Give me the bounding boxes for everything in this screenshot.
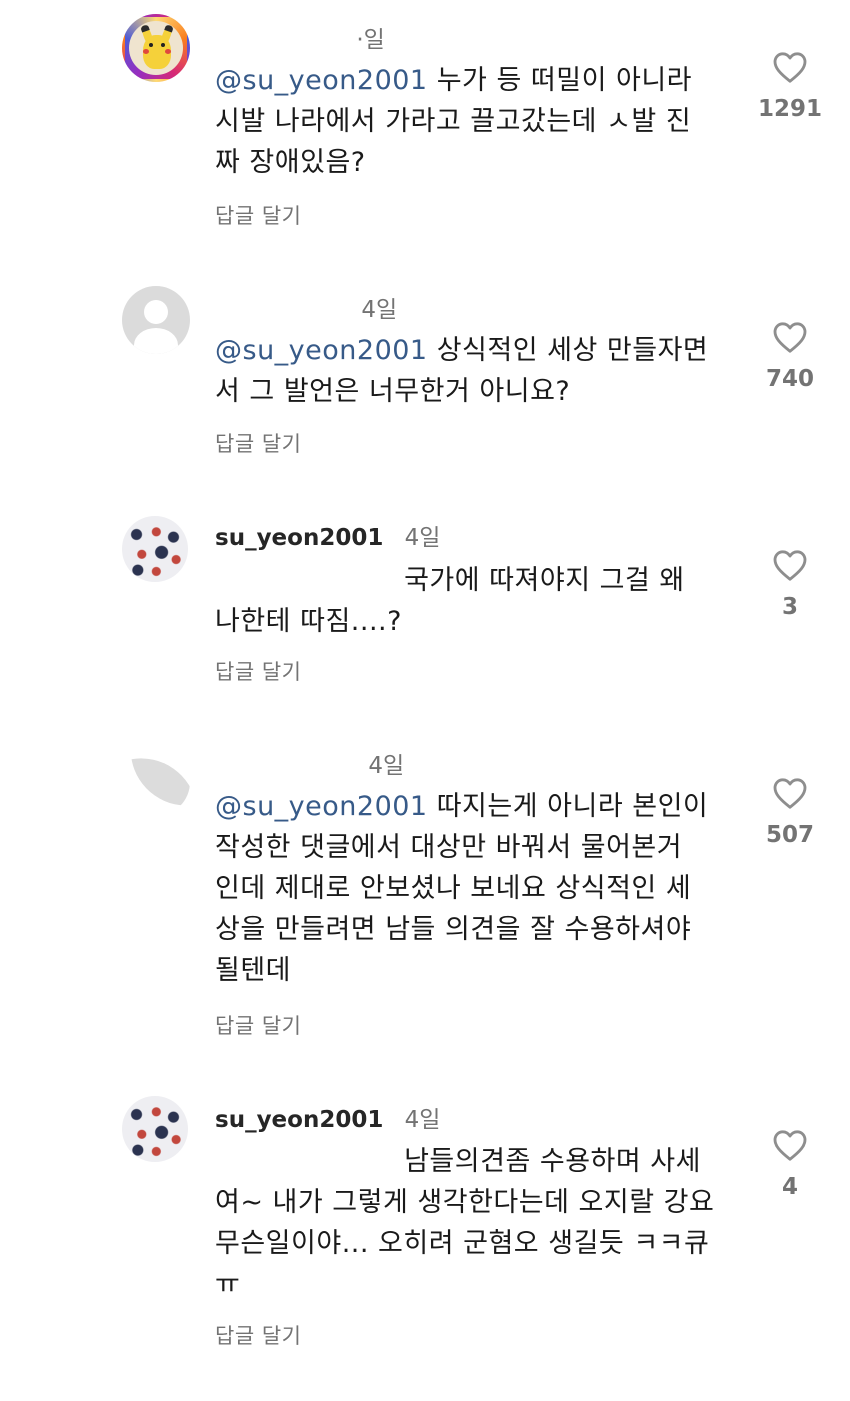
- like-area: 3: [750, 548, 830, 620]
- comment-meta: su_yeon2001 4일: [215, 518, 440, 552]
- heart-icon[interactable]: [772, 320, 808, 354]
- like-count: 507: [765, 822, 814, 848]
- comment-username[interactable]: su_yeon2001: [215, 1107, 383, 1133]
- reply-button[interactable]: 답글 달기: [215, 656, 301, 686]
- default-avatar-icon[interactable]: [122, 286, 190, 354]
- partial-avatar-icon[interactable]: [122, 748, 190, 816]
- comment-text: 남들의견좀 수용하며 사세여~ 내가 그렇게 생각한다는데 오지랄 강요 무슨일…: [215, 1141, 715, 1305]
- mention-link[interactable]: @su_yeon2001: [215, 335, 428, 366]
- like-area: 4: [750, 1128, 830, 1200]
- comment-text: @su_yeon2001 따지는게 아니라 본인이 작성한 댓글에서 대상만 바…: [215, 786, 715, 991]
- reply-button[interactable]: 답글 달기: [215, 428, 301, 458]
- comment-text: 국가에 따져야지 그걸 왜 나한테 따짐....?: [215, 560, 715, 642]
- like-count: 3: [781, 594, 798, 620]
- reply-button[interactable]: 답글 달기: [215, 1010, 301, 1040]
- comment-body: 국가에 따져야지 그걸 왜 나한테 따짐....?: [215, 565, 685, 637]
- comment-meta: ·일: [215, 20, 385, 54]
- comment-time: ·일: [356, 27, 385, 53]
- comment-meta: 4일: [215, 290, 397, 324]
- comment-text: @su_yeon2001 누가 등 떠밀이 아니라 시발 나라에서 가라고 끌고…: [215, 60, 715, 183]
- heart-icon[interactable]: [772, 776, 808, 810]
- mention-link[interactable]: @su_yeon2001: [215, 65, 428, 96]
- reply-button[interactable]: 답글 달기: [215, 200, 301, 230]
- heart-icon[interactable]: [772, 1128, 808, 1162]
- like-area: 1291: [750, 50, 830, 122]
- comment-body: 남들의견좀 수용하며 사세여~ 내가 그렇게 생각한다는데 오지랄 강요 무슨일…: [215, 1146, 715, 1300]
- pikachu-avatar-icon[interactable]: [122, 14, 190, 82]
- pattern-avatar-icon[interactable]: [122, 1096, 188, 1162]
- mention-redacted: [215, 1161, 395, 1165]
- mention-link[interactable]: @su_yeon2001: [215, 791, 428, 822]
- comment-meta: 4일: [215, 746, 404, 780]
- like-area: 507: [750, 776, 830, 848]
- mention-redacted: [215, 580, 395, 584]
- comment-time: 4일: [361, 297, 398, 323]
- comment-time: 4일: [404, 1107, 441, 1133]
- comment-thread: ·일 @su_yeon2001 누가 등 떠밀이 아니라 시발 나라에서 가라고…: [0, 0, 850, 1401]
- comment-time: 4일: [368, 753, 405, 779]
- like-count: 4: [781, 1174, 798, 1200]
- pattern-avatar-icon[interactable]: [122, 516, 188, 582]
- comment-meta: su_yeon2001 4일: [215, 1100, 440, 1134]
- comment-time: 4일: [404, 525, 441, 551]
- heart-icon[interactable]: [772, 548, 808, 582]
- like-count: 740: [765, 366, 814, 392]
- reply-button[interactable]: 답글 달기: [215, 1320, 301, 1350]
- comment-username[interactable]: su_yeon2001: [215, 525, 383, 551]
- like-area: 740: [750, 320, 830, 392]
- like-count: 1291: [757, 96, 822, 122]
- comment-text: @su_yeon2001 상식적인 세상 만들자면서 그 발언은 너무한거 아니…: [215, 330, 715, 412]
- heart-icon[interactable]: [772, 50, 808, 84]
